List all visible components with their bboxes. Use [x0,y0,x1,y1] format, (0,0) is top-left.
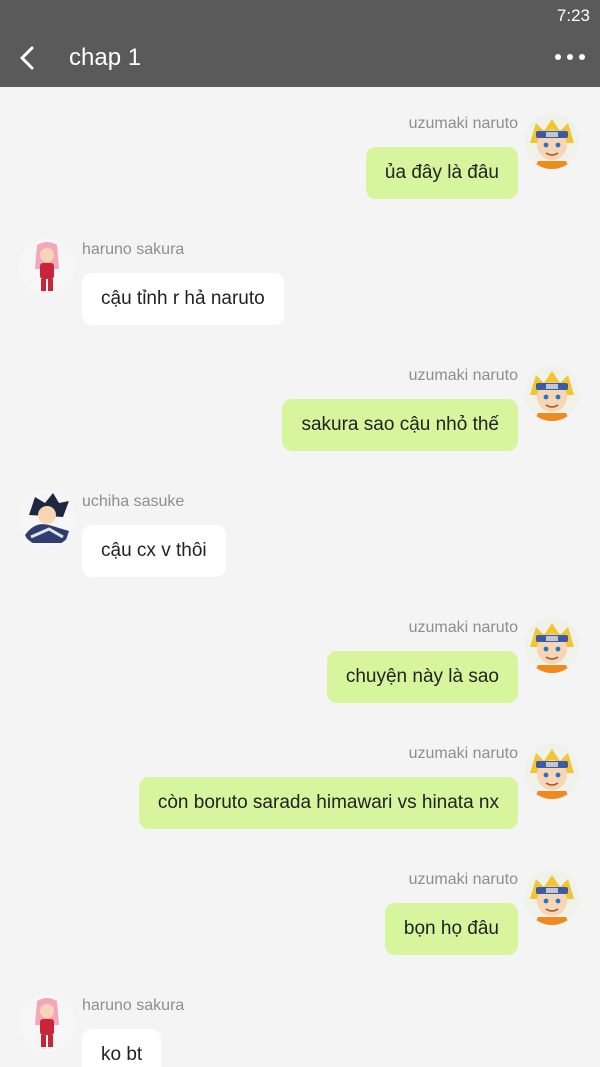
message-bubble[interactable]: còn boruto sarada himawari vs hinata nx [138,777,518,829]
app-header: 7:23 chap 1 [0,0,600,87]
message-bubble[interactable]: ủa đây là đâu [365,147,518,199]
sender-name: uzumaki naruto [408,745,518,762]
more-horizontal-icon [555,54,585,60]
status-time: 7:23 [556,6,590,25]
page-title: chap 1 [69,44,142,71]
sasuke-avatar[interactable] [19,491,75,547]
naruto-avatar[interactable] [524,617,580,673]
naruto-avatar[interactable] [524,113,580,169]
message-bubble[interactable]: cậu tỉnh r hả naruto [82,273,284,325]
naruto-avatar[interactable] [524,743,580,799]
sender-name: uchiha sasuke [82,493,185,510]
more-options-button[interactable] [552,42,588,72]
sender-name: haruno sakura [82,997,185,1014]
sender-name: uzumaki naruto [408,619,518,636]
sender-name: haruno sakura [82,241,185,258]
message-bubble[interactable]: chuyện này là sao [326,651,518,703]
back-button[interactable] [14,40,44,76]
sender-name: uzumaki naruto [408,871,518,888]
sender-name: uzumaki naruto [408,115,518,132]
message-bubble[interactable]: bọn họ đâu [384,903,518,955]
chevron-left-icon [20,46,34,70]
message-bubble[interactable]: sakura sao cậu nhỏ thế [282,399,518,451]
message-bubble[interactable]: cậu cx v thôi [82,525,226,577]
message-bubble[interactable]: ko bt [82,1029,162,1067]
naruto-avatar[interactable] [524,365,580,421]
sender-name: uzumaki naruto [408,367,518,384]
sakura-avatar[interactable] [19,995,75,1051]
sakura-avatar[interactable] [19,239,75,295]
message-list[interactable]: uzumaki naruto ủa đây là đâu haruno saku… [0,87,600,1067]
naruto-avatar[interactable] [524,869,580,925]
